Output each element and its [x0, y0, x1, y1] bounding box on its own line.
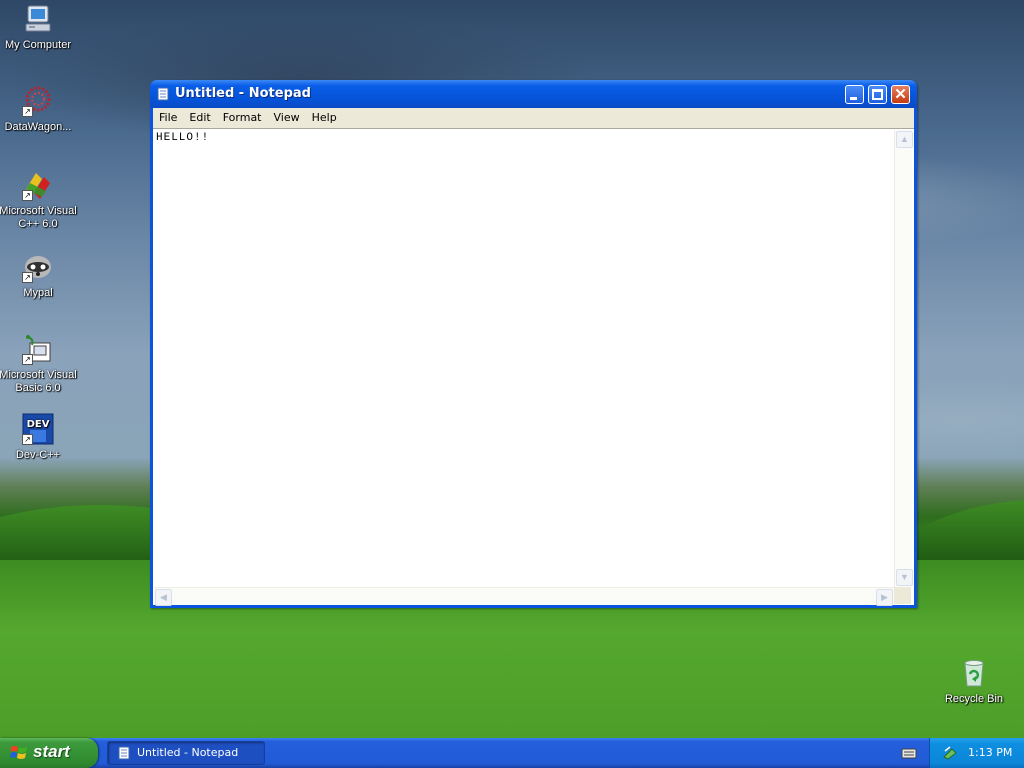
- scroll-right-arrow-icon[interactable]: ▶: [876, 589, 893, 606]
- editor-area[interactable]: HELLO!! ▲ ▼ ◀ ▶: [153, 128, 914, 606]
- shortcut-arrow-icon: ↗: [22, 272, 33, 283]
- menu-bar: File Edit Format View Help: [153, 108, 914, 128]
- horizontal-scrollbar[interactable]: ◀ ▶: [154, 587, 894, 606]
- scroll-left-arrow-icon[interactable]: ◀: [155, 589, 172, 606]
- menu-format[interactable]: Format: [217, 108, 268, 128]
- mypal-raccoon-icon: ↗: [22, 251, 54, 283]
- size-grip-icon[interactable]: [894, 587, 911, 604]
- shortcut-arrow-icon: ↗: [22, 190, 33, 201]
- desktop: My Computer ↗ DataWagon... ↗ Microsoft V…: [0, 0, 1024, 738]
- minimize-icon: [850, 97, 857, 100]
- taskbar-button-notepad[interactable]: Untitled - Notepad: [107, 741, 265, 765]
- shortcut-arrow-icon: ↗: [22, 106, 33, 117]
- start-button[interactable]: start: [0, 738, 98, 768]
- menu-edit[interactable]: Edit: [183, 108, 216, 128]
- start-label: start: [33, 742, 70, 761]
- visual-cpp-icon: ↗: [22, 169, 54, 201]
- notepad-icon: [117, 746, 131, 760]
- shortcut-arrow-icon: ↗: [22, 354, 33, 365]
- system-tray: 1:13 PM: [929, 738, 1024, 768]
- dev-cpp-icon: DEV ↗: [22, 413, 54, 445]
- desktop-icon-label: My Computer: [4, 39, 72, 51]
- menu-file[interactable]: File: [153, 108, 183, 128]
- menu-view[interactable]: View: [268, 108, 306, 128]
- close-button[interactable]: ✕: [891, 85, 910, 104]
- notepad-icon: [156, 87, 170, 101]
- clock[interactable]: 1:13 PM: [968, 746, 1012, 759]
- minimize-button[interactable]: [845, 85, 864, 104]
- notepad-window: Untitled - Notepad ✕ File Edit Format View H…: [150, 80, 917, 608]
- desktop-icon-label: Dev-C++: [15, 449, 61, 461]
- desktop-icon-label: Recycle Bin: [944, 693, 1004, 705]
- desktop-icon-label: Mypal: [23, 287, 53, 299]
- shortcut-arrow-icon: ↗: [22, 434, 33, 445]
- maximize-button[interactable]: [868, 85, 887, 104]
- text-content[interactable]: HELLO!!: [156, 132, 891, 582]
- desktop-icon-datawagon[interactable]: ↗ DataWagon...: [0, 85, 78, 134]
- datawagon-icon: ↗: [22, 85, 54, 117]
- desktop-icon-label: Microsoft Visual Basic 6.0: [0, 369, 77, 394]
- taskbar-button-label: Untitled - Notepad: [137, 746, 239, 759]
- keyboard-icon[interactable]: [901, 746, 917, 760]
- vertical-scrollbar[interactable]: ▲ ▼: [894, 130, 913, 587]
- scroll-down-arrow-icon[interactable]: ▼: [896, 569, 913, 586]
- close-icon: ✕: [894, 86, 907, 103]
- title-bar[interactable]: Untitled - Notepad ✕: [150, 80, 917, 108]
- maximize-icon: [872, 89, 883, 100]
- recycle-bin-icon: [958, 657, 990, 689]
- desktop-icon-label: Microsoft Visual C++ 6.0: [0, 205, 77, 230]
- desktop-icon-label: DataWagon...: [4, 121, 72, 133]
- desktop-icon-mypal[interactable]: ↗ Mypal: [0, 251, 78, 300]
- visual-basic-icon: ↗: [22, 333, 54, 365]
- desktop-icon-recycle-bin[interactable]: Recycle Bin: [934, 657, 1014, 706]
- desktop-icon-visual-basic[interactable]: ↗ Microsoft Visual Basic 6.0: [0, 333, 78, 395]
- computer-icon: [22, 3, 54, 35]
- taskbar: start Untitled - Notepad 1:13 PM: [0, 738, 1024, 768]
- network-icon[interactable]: [942, 745, 958, 761]
- window-title: Untitled - Notepad: [175, 86, 311, 101]
- menu-help[interactable]: Help: [306, 108, 343, 128]
- desktop-icon-dev-cpp[interactable]: DEV ↗ Dev-C++: [0, 413, 78, 462]
- desktop-icon-my-computer[interactable]: My Computer: [0, 3, 78, 52]
- desktop-icon-visual-cpp[interactable]: ↗ Microsoft Visual C++ 6.0: [0, 169, 78, 231]
- svg-text:DEV: DEV: [27, 419, 50, 430]
- scroll-up-arrow-icon[interactable]: ▲: [896, 131, 913, 148]
- windows-logo-icon: [10, 744, 28, 762]
